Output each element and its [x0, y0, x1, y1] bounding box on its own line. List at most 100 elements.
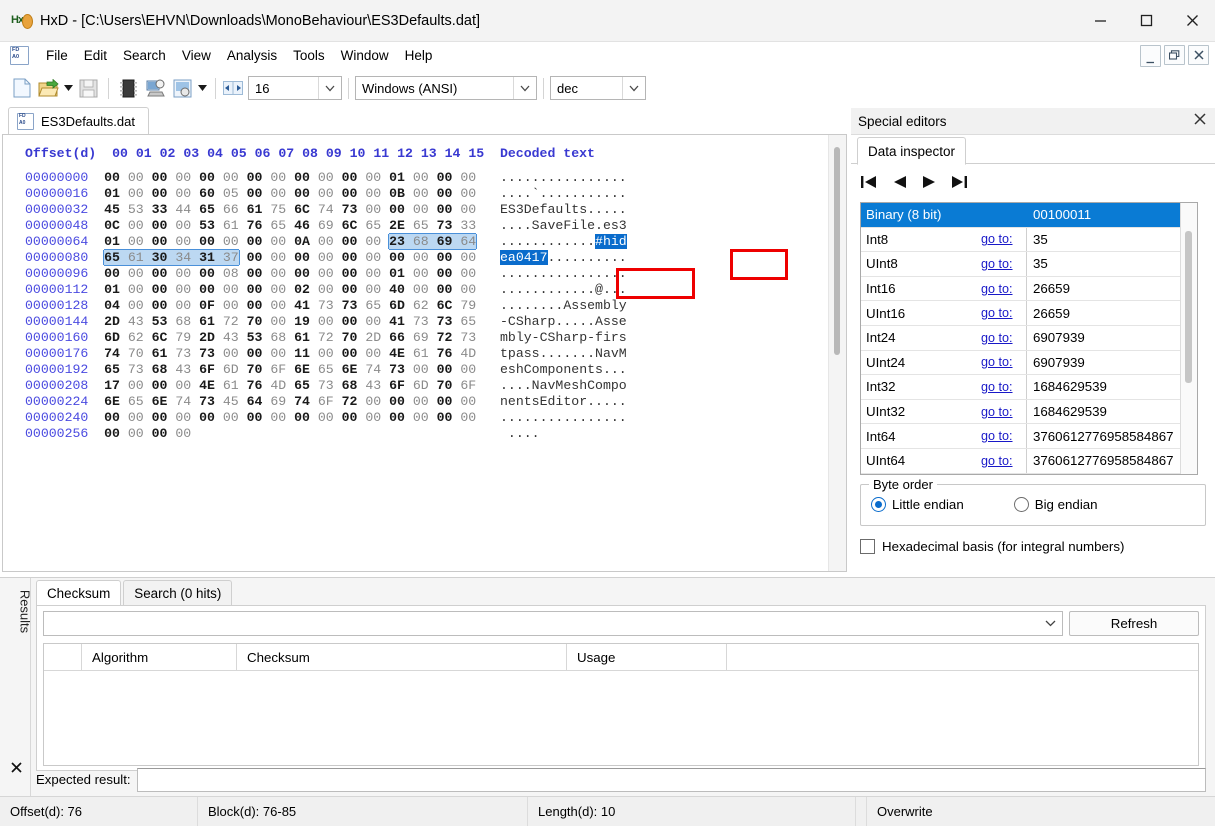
hex-byte[interactable]: 00	[199, 410, 215, 425]
decoded-char[interactable]: .	[540, 234, 548, 249]
hex-byte[interactable]: 66	[223, 202, 239, 217]
decoded-char[interactable]: D	[524, 202, 532, 217]
hex-byte[interactable]: 37	[222, 250, 239, 265]
hex-byte[interactable]: 00	[342, 410, 358, 425]
hex-byte[interactable]: 61	[127, 250, 144, 265]
decoded-char[interactable]: .	[619, 266, 627, 281]
decoded-char[interactable]: .	[595, 170, 603, 185]
hex-col-header-11[interactable]: 11	[373, 146, 389, 161]
hex-byte[interactable]: 66	[389, 330, 405, 345]
hex-byte[interactable]: 00	[128, 298, 144, 313]
goto-link[interactable]: go to:	[981, 355, 1026, 369]
hex-byte[interactable]: 00	[104, 426, 120, 441]
decoded-char[interactable]: .	[587, 266, 595, 281]
hex-byte[interactable]: 70	[247, 362, 263, 377]
decoded-char[interactable]: p	[579, 330, 587, 345]
decoded-char[interactable]: .	[587, 186, 595, 201]
minimize-icon[interactable]	[1077, 0, 1123, 41]
hex-row[interactable]: 00000208 17 00 00 00 4E 61 76 4D 65 73 6…	[3, 378, 846, 394]
decoded-char[interactable]: .	[579, 410, 587, 425]
hex-byte[interactable]: 00	[152, 410, 168, 425]
decoded-char[interactable]: a	[603, 346, 611, 361]
hex-byte[interactable]: 30	[151, 250, 168, 265]
hex-byte[interactable]: 6E	[152, 394, 168, 409]
decoded-char[interactable]: .	[540, 170, 548, 185]
decoded-char[interactable]: .	[524, 426, 532, 441]
decoded-char[interactable]: C	[508, 314, 516, 329]
hex-byte[interactable]: 00	[128, 186, 144, 201]
decoded-char[interactable]: o	[532, 362, 540, 377]
decoded-char[interactable]: a	[532, 314, 540, 329]
menu-item-window[interactable]: Window	[333, 45, 397, 66]
decoded-char[interactable]: .	[611, 362, 619, 377]
hex-byte[interactable]: 00	[318, 346, 334, 361]
hex-byte[interactable]: 65	[270, 218, 286, 233]
decoded-char[interactable]: .	[579, 186, 587, 201]
decoded-char[interactable]: l	[516, 330, 524, 345]
decoded-char[interactable]: .	[516, 282, 524, 297]
hex-byte[interactable]: 01	[389, 266, 405, 281]
hex-byte[interactable]: 6F	[199, 362, 215, 377]
hex-byte[interactable]: 34	[175, 250, 192, 265]
decoded-char[interactable]: e	[587, 218, 595, 233]
hex-byte[interactable]: 00	[104, 170, 120, 185]
hex-byte[interactable]: 00	[270, 314, 286, 329]
hex-byte[interactable]: 6C	[294, 202, 310, 217]
decoded-char[interactable]: .	[571, 234, 579, 249]
hex-byte[interactable]: 00	[247, 298, 263, 313]
decoded-char[interactable]: .	[532, 234, 540, 249]
decoded-char[interactable]: M	[619, 346, 627, 361]
decoded-char[interactable]: .	[587, 394, 595, 409]
hex-byte[interactable]: 00	[437, 410, 453, 425]
hex-byte[interactable]: 75	[270, 202, 286, 217]
hex-byte[interactable]: 00	[413, 250, 429, 265]
hex-byte[interactable]: 0A	[294, 234, 310, 249]
data-inspector-value[interactable]: 3760612776958584867	[1027, 453, 1197, 468]
hex-byte[interactable]: 00	[175, 234, 191, 249]
hex-byte[interactable]	[342, 426, 366, 441]
hex-editor-pane[interactable]: Offset(d) 00 01 02 03 04 05 06 07 08 09 …	[2, 134, 847, 572]
hex-byte[interactable]: 00	[365, 234, 381, 249]
data-inspector-value[interactable]: 26659	[1027, 306, 1197, 321]
hex-byte[interactable]: 00	[175, 282, 191, 297]
hex-byte[interactable]: 64	[460, 234, 477, 249]
decoded-char[interactable]: 3	[516, 202, 524, 217]
mdi-close-icon[interactable]	[1188, 45, 1209, 65]
decoded-char[interactable]: .	[619, 170, 627, 185]
hex-byte[interactable]: 69	[318, 218, 334, 233]
hex-row[interactable]: 00000192 65 73 68 43 6F 6D 70 6F 6E 65 6…	[3, 362, 846, 378]
goto-link[interactable]: go to:	[981, 331, 1026, 345]
hex-col-header-14[interactable]: 14	[445, 146, 461, 161]
hex-byte[interactable]: 00	[389, 202, 405, 217]
hex-byte[interactable]: 68	[152, 362, 168, 377]
decoded-char[interactable]: a	[540, 218, 548, 233]
decoded-char[interactable]: h	[579, 378, 587, 393]
hex-byte[interactable]: 41	[294, 298, 310, 313]
hex-byte[interactable]: 00	[152, 426, 168, 441]
decoded-char[interactable]: .	[516, 378, 524, 393]
hex-grid[interactable]: Offset(d) 00 01 02 03 04 05 06 07 08 09 …	[3, 135, 846, 442]
decoded-char[interactable]: o	[619, 378, 627, 393]
hex-byte[interactable]: 00	[247, 250, 263, 265]
hex-col-header-08[interactable]: 08	[302, 146, 318, 161]
decoded-char[interactable]: .	[587, 346, 595, 361]
data-inspector-row[interactable]: Int16 go to: 26659	[861, 276, 1197, 302]
hex-byte[interactable]: 00	[413, 410, 429, 425]
hex-byte[interactable]	[294, 426, 318, 441]
decoded-char[interactable]: e	[587, 298, 595, 313]
decoded-char[interactable]: .	[516, 234, 524, 249]
hex-byte[interactable]: 00	[413, 282, 429, 297]
hex-byte[interactable]: 00	[365, 346, 381, 361]
hex-byte[interactable]: 79	[460, 298, 476, 313]
decoded-char[interactable]: s	[508, 362, 516, 377]
hex-byte[interactable]	[365, 426, 389, 441]
hex-byte[interactable]: 00	[270, 170, 286, 185]
decoded-char[interactable]: 0	[515, 250, 524, 265]
decoded-char[interactable]: h	[516, 362, 524, 377]
hex-byte[interactable]: 0B	[389, 186, 405, 201]
data-inspector-value[interactable]: 26659	[1027, 281, 1197, 296]
bytes-per-row-icon[interactable]	[222, 75, 244, 102]
hex-byte[interactable]: 68	[412, 234, 429, 249]
hex-byte[interactable]: 00	[413, 202, 429, 217]
hex-byte[interactable]: 01	[104, 282, 120, 297]
